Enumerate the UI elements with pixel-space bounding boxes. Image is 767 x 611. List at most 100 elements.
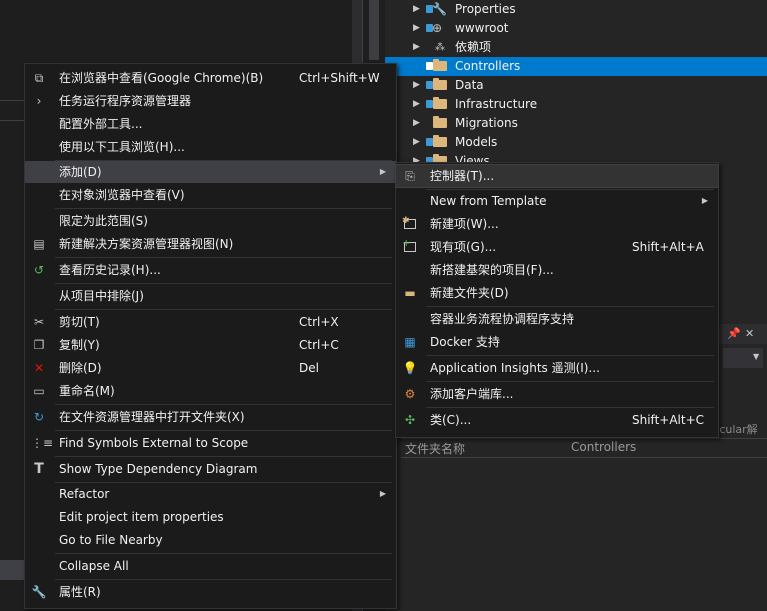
menu-item-label: Docker 支持 <box>430 335 500 349</box>
menu-item-object-browser[interactable]: 在对象浏览器中查看(V) <box>25 184 396 206</box>
menu-item-label: 控制器(T)... <box>430 169 495 183</box>
menu-item-label: 在浏览器中查看(Google Chrome)(B) <box>59 71 264 85</box>
submenu-arrow-icon: ▶ <box>701 196 708 205</box>
tree-item-infrastructure[interactable]: ▶ Infrastructure <box>385 95 767 114</box>
new-folder-icon: ▬ <box>404 286 416 300</box>
expand-arrow-icon[interactable]: ▶ <box>413 38 420 57</box>
menu-item-refactor[interactable]: Refactor ▶ <box>25 483 396 505</box>
wrench-icon: 🔧 <box>432 2 447 16</box>
expand-arrow-icon[interactable]: ▶ <box>413 0 420 19</box>
submenu-item-scaffolded-item[interactable]: 新搭建基架的项目(F)... <box>396 259 718 281</box>
menu-item-go-to-file-nearby[interactable]: Go to File Nearby <box>25 529 396 551</box>
menu-item-type-dependency[interactable]: T Show Type Dependency Diagram <box>25 458 396 480</box>
menu-item-copy[interactable]: ❐ 复制(Y) Ctrl+C <box>25 334 396 356</box>
pin-icon[interactable]: 📌 <box>727 327 741 340</box>
menu-item-scope-to-this[interactable]: 限定为此范围(S) <box>25 210 396 232</box>
menu-item-label: 添加(D) <box>59 165 102 179</box>
tree-item-label: 依赖项 <box>455 40 492 54</box>
menu-item-label: 删除(D) <box>59 361 102 375</box>
menu-item-cut[interactable]: ✂ 剪切(T) Ctrl+X <box>25 311 396 333</box>
menu-item-edit-properties[interactable]: Edit project item properties <box>25 506 396 528</box>
menu-item-label: 类(C)... <box>430 413 472 427</box>
menu-item-task-runner[interactable]: › 任务运行程序资源管理器 <box>25 90 396 112</box>
menu-separator <box>426 381 714 382</box>
menu-separator <box>55 257 392 258</box>
menu-item-rename[interactable]: ▭ 重命名(M) <box>25 380 396 402</box>
expand-arrow-icon[interactable]: ▶ <box>413 19 420 38</box>
menu-item-delete[interactable]: ✕ 删除(D) Del <box>25 357 396 379</box>
menu-item-label: 容器业务流程协调程序支持 <box>430 312 575 326</box>
tree-item-wwwroot[interactable]: ▶ ⊕ wwwroot <box>385 19 767 38</box>
close-icon[interactable]: ✕ <box>745 327 754 340</box>
menu-item-add[interactable]: 添加(D) ▶ <box>25 161 396 183</box>
folder-icon <box>433 78 447 90</box>
property-key: 文件夹名称 <box>405 442 466 456</box>
menu-item-label: 从项目中排除(J) <box>59 289 144 303</box>
submenu-item-docker-support[interactable]: ▦ Docker 支持 <box>396 331 718 353</box>
submenu-arrow-icon: ▶ <box>379 489 386 498</box>
scrollbar-thumb[interactable] <box>369 0 379 60</box>
submenu-item-client-library[interactable]: ⚙ 添加客户端库... <box>396 383 718 405</box>
menu-item-label: 添加客户端库... <box>430 387 514 401</box>
menu-item-exclude[interactable]: 从项目中排除(J) <box>25 285 396 307</box>
folder-icon <box>433 116 447 128</box>
tree-item-models[interactable]: ▶ Models <box>385 133 767 152</box>
submenu-arrow-icon: ▶ <box>379 167 386 176</box>
menu-item-label: 新搭建基架的项目(F)... <box>430 263 554 277</box>
submenu-item-app-insights[interactable]: 💡 Application Insights 遥测(I)... <box>396 357 718 379</box>
menu-item-label: 重命名(M) <box>59 384 115 398</box>
menu-separator <box>55 208 392 209</box>
submenu-item-new-item[interactable]: ✱ 新建项(W)... <box>396 213 718 235</box>
folder-icon <box>433 135 447 147</box>
existing-item-icon: + <box>402 238 418 255</box>
submenu-item-existing-item[interactable]: + 现有项(G)... Shift+Alt+A <box>396 236 718 258</box>
tree-item-properties[interactable]: ▶ 🔧 Properties <box>385 0 767 19</box>
menu-item-view-in-browser[interactable]: ⧉ 在浏览器中查看(Google Chrome)(B) Ctrl+Shift+W <box>25 67 396 89</box>
docker-icon: ▦ <box>404 335 416 349</box>
tree-item-label: Controllers <box>455 59 521 73</box>
expand-arrow-icon[interactable]: ▶ <box>413 133 420 152</box>
tree-item-dependencies[interactable]: ▶ ⁂ 依赖项 <box>385 38 767 57</box>
tree-item-label: Data <box>455 78 484 92</box>
submenu-item-new-folder[interactable]: ▬ 新建文件夹(D) <box>396 282 718 304</box>
menu-item-collapse-all[interactable]: Collapse All <box>25 555 396 577</box>
expand-arrow-icon[interactable]: ▶ <box>413 114 420 133</box>
expand-arrow-icon[interactable]: ▶ <box>413 76 420 95</box>
expand-arrow-icon[interactable]: ▶ <box>413 95 420 114</box>
menu-item-properties[interactable]: 🔧 属性(R) <box>25 581 396 603</box>
property-row[interactable]: 文件夹名称 Controllers <box>401 438 767 458</box>
menu-item-shortcut: Shift+Alt+C <box>632 413 705 427</box>
menu-separator <box>55 309 392 310</box>
chevron-down-icon[interactable]: ▼ <box>753 352 759 361</box>
lock-icon <box>426 81 433 89</box>
folder-icon <box>433 59 447 71</box>
submenu-item-orchestrator-support[interactable]: 容器业务流程协调程序支持 <box>396 308 718 330</box>
submenu-item-controller[interactable]: ⎘ 控制器(T)... <box>395 164 719 188</box>
scissors-icon: ✂ <box>33 315 45 329</box>
tree-item-controllers[interactable]: Controllers <box>385 57 767 76</box>
submenu-item-class[interactable]: ✣ 类(C)... Shift+Alt+C <box>396 409 718 431</box>
client-library-icon: ⚙ <box>404 387 416 401</box>
menu-item-browse-with[interactable]: 使用以下工具浏览(H)... <box>25 136 396 158</box>
menu-item-view-history[interactable]: ↺ 查看历史记录(H)... <box>25 259 396 281</box>
menu-item-shortcut: Ctrl+Shift+W <box>299 71 380 85</box>
properties-header-fragment: tcular解 <box>715 423 758 436</box>
menu-item-new-solution-view[interactable]: ▤ 新建解决方案资源管理器视图(N) <box>25 233 396 255</box>
controller-icon: ⎘ <box>405 169 415 183</box>
tree-item-data[interactable]: ▶ Data <box>385 76 767 95</box>
submenu-item-new-from-template[interactable]: New from Template ▶ <box>396 190 718 212</box>
menu-item-open-in-explorer[interactable]: ↻ 在文件资源管理器中打开文件夹(X) <box>25 406 396 428</box>
menu-item-label: 查看历史记录(H)... <box>59 263 161 277</box>
menu-item-label: 现有项(G)... <box>430 240 497 254</box>
menu-item-label: 在文件资源管理器中打开文件夹(X) <box>59 410 245 424</box>
menu-item-find-symbols[interactable]: ⋮≡ Find Symbols External to Scope <box>25 432 396 454</box>
browser-view-icon: ⧉ <box>34 71 44 85</box>
menu-item-configure-tools[interactable]: 配置外部工具... <box>25 113 396 135</box>
find-symbols-icon: ⋮≡ <box>31 436 54 450</box>
globe-icon: ⊕ <box>432 21 443 35</box>
type-diagram-icon: T <box>34 461 44 477</box>
menu-separator <box>55 456 392 457</box>
refresh-arrow-icon: ↻ <box>33 410 45 424</box>
tree-item-migrations[interactable]: ▶ Migrations <box>385 114 767 133</box>
menu-item-label: New from Template <box>430 194 547 208</box>
